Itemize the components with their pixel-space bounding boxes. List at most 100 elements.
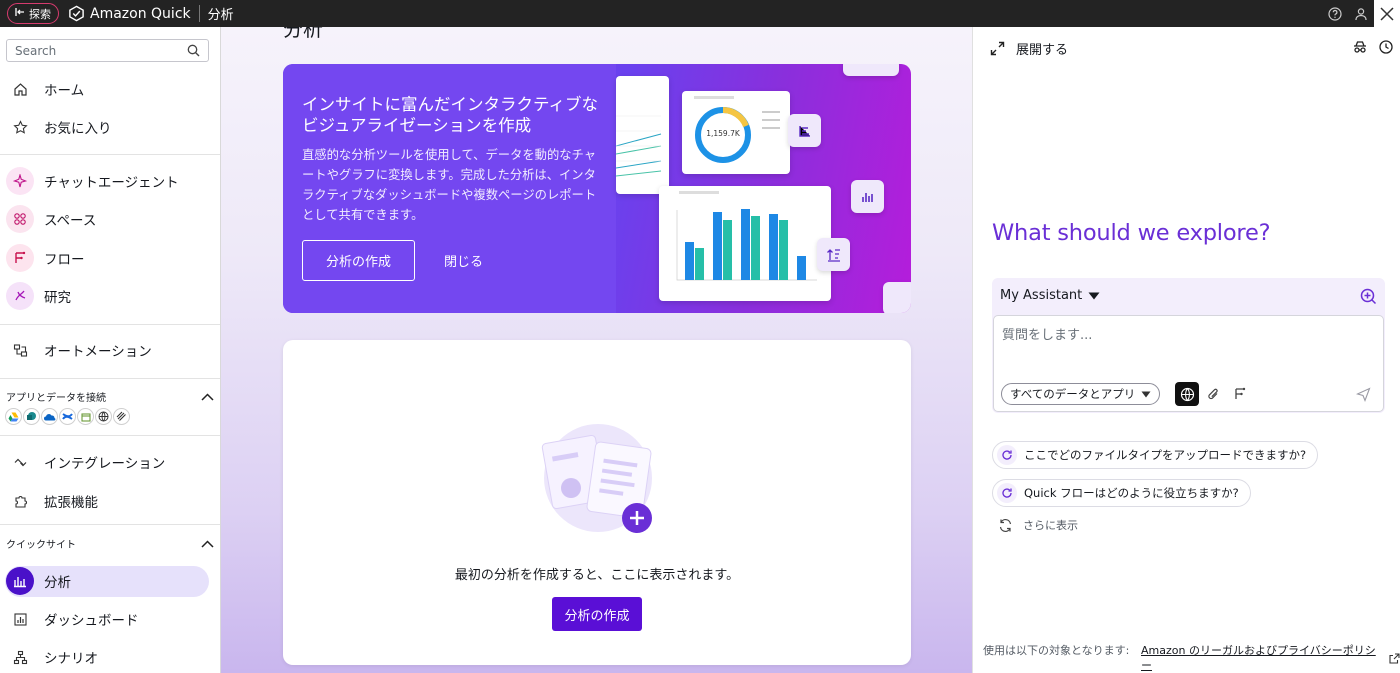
legal-policy-link[interactable]: Amazon のリーガルおよびプライバシーポリシー xyxy=(1141,643,1385,673)
sidebar-item-extensions[interactable]: 拡張機能 xyxy=(0,486,220,516)
illustration-corner-tile xyxy=(883,282,911,313)
hero-create-analysis-button[interactable]: 分析の作成 xyxy=(302,240,415,281)
sidebar-item-favorites[interactable]: お気に入り xyxy=(0,112,220,142)
illustration-line-chart-card xyxy=(616,76,669,194)
sidebar-item-label: ダッシュボード xyxy=(44,613,139,629)
create-analysis-button[interactable]: 分析の作成 xyxy=(552,597,642,631)
data-source-dropdown[interactable]: すべてのデータとアプリ xyxy=(1001,383,1161,405)
sidebar-item-label: お気に入り xyxy=(44,121,112,137)
sidebar-item-chat-agents[interactable]: チャットエージェント xyxy=(0,166,220,196)
sharepoint-icon[interactable] xyxy=(23,408,40,425)
sidebar-item-research[interactable]: 研究 xyxy=(0,281,220,311)
sidebar-item-label: オートメーション xyxy=(44,344,152,360)
caret-down-icon xyxy=(1088,292,1100,299)
help-icon[interactable] xyxy=(1322,0,1348,27)
quicksight-section-header[interactable]: クイックサイト xyxy=(6,536,214,551)
chat-input-placeholder: 質問をします... xyxy=(1002,328,1093,343)
sidebar-item-integrations[interactable]: インテグレーション xyxy=(0,447,220,477)
show-more-suggestions[interactable]: さらに表示 xyxy=(998,517,1078,533)
explore-label: 探索 xyxy=(29,7,51,21)
web-search-toggle[interactable] xyxy=(1175,382,1199,406)
scenario-icon xyxy=(9,646,31,668)
assistant-panel: 展開する What should we explore? My Assistan… xyxy=(972,27,1400,673)
hero-close-button[interactable]: 閉じる xyxy=(444,240,483,281)
chat-agent-icon xyxy=(6,167,34,195)
suggestion-chip[interactable]: Quick フローはどのように役立ちますか? xyxy=(992,479,1251,507)
sidebar-item-scenarios[interactable]: シナリオ xyxy=(0,642,220,672)
topbar-actions xyxy=(1322,0,1400,27)
history-icon[interactable] xyxy=(1378,39,1394,59)
flow-icon xyxy=(1235,387,1246,399)
sidebar-divider xyxy=(0,154,220,155)
sidebar-item-flows[interactable]: フロー xyxy=(0,243,220,273)
sidebar-item-label: 研究 xyxy=(44,290,71,306)
suggestion-chip[interactable]: ここでどのファイルタイプをアップロードできますか? xyxy=(992,441,1319,469)
analysis-icon xyxy=(6,567,34,595)
page-title: 分析 xyxy=(283,27,323,41)
suggestion-icon xyxy=(997,483,1017,503)
assistant-name: My Assistant xyxy=(1000,288,1083,303)
onedrive-icon[interactable] xyxy=(41,408,58,425)
illustration-table-icon xyxy=(788,114,821,147)
refresh-icon xyxy=(999,518,1012,532)
search-input[interactable]: Search xyxy=(6,39,209,62)
caret-down-icon xyxy=(1141,391,1151,397)
connect-section-header[interactable]: アプリとデータを接続 xyxy=(6,389,214,404)
quick-logo-icon xyxy=(69,5,84,22)
top-bar: 探索 Amazon Quick 分析 xyxy=(0,0,1400,27)
sidebar-item-label: 拡張機能 xyxy=(44,495,98,511)
panel-header-actions xyxy=(1352,39,1394,59)
app-logo[interactable]: Amazon Quick xyxy=(68,5,191,22)
incognito-icon[interactable] xyxy=(1352,39,1368,59)
automation-icon xyxy=(9,339,31,361)
google-drive-icon[interactable] xyxy=(5,408,22,425)
puzzle-icon xyxy=(9,490,31,512)
illustration-top-tile xyxy=(843,64,899,76)
hero-text-area: インサイトに富んだインタラクティブなビジュアライゼーションを作成 直感的な分析ツ… xyxy=(283,64,616,313)
donut-center-value: 1,159.7K xyxy=(706,129,740,138)
attach-file-button[interactable] xyxy=(1201,382,1225,406)
sidebar-item-automation[interactable]: オートメーション xyxy=(0,335,220,365)
send-button[interactable] xyxy=(1351,382,1375,406)
sidebar-item-dashboards[interactable]: ダッシュボード xyxy=(0,604,220,634)
external-link-icon[interactable] xyxy=(1389,653,1400,664)
web-globe-icon[interactable] xyxy=(95,408,112,425)
quicksight-section-title: クイックサイト xyxy=(6,540,76,551)
hero-banner: インサイトに富んだインタラクティブなビジュアライゼーションを作成 直感的な分析ツ… xyxy=(283,64,911,313)
sidebar-item-label: スペース xyxy=(44,213,97,229)
spaces-icon xyxy=(6,205,34,233)
close-panel-icon[interactable] xyxy=(1374,0,1400,27)
illustration-bar-chart-card xyxy=(659,186,831,301)
suggestion-icon xyxy=(997,445,1017,465)
search-icon xyxy=(187,44,200,57)
sidebar-item-home[interactable]: ホーム xyxy=(0,74,220,104)
product-name: Amazon Quick xyxy=(90,5,191,22)
sidebar-item-label: ホーム xyxy=(44,83,85,99)
flows-button[interactable] xyxy=(1228,382,1252,406)
sidebar-item-spaces[interactable]: スペース xyxy=(0,204,220,234)
chevron-up-icon xyxy=(201,392,214,401)
assistant-selector[interactable]: My Assistant xyxy=(1000,288,1100,303)
sidebar: Search ホーム お気に入り チャットエージェント スペース フロー 研究 … xyxy=(0,27,221,673)
sidebar-divider xyxy=(0,378,220,379)
empty-state-card: 最初の分析を作成すると、ここに表示されます。 分析の作成 xyxy=(283,340,911,665)
new-chat-icon[interactable] xyxy=(1360,288,1377,309)
suggestion-text: ここでどのファイルタイプをアップロードできますか? xyxy=(1024,448,1307,462)
connector-chips xyxy=(5,408,130,425)
globe-icon xyxy=(1180,387,1194,401)
data-source-value: すべてのデータとアプリ xyxy=(1010,387,1136,401)
box-connector-icon[interactable] xyxy=(77,408,94,425)
chat-input[interactable]: 質問をします... すべてのデータとアプリ xyxy=(993,315,1384,412)
send-icon xyxy=(1355,386,1370,402)
explore-button[interactable]: 探索 xyxy=(7,3,59,24)
show-more-label: さらに表示 xyxy=(1023,519,1078,532)
chevron-up-icon xyxy=(201,539,214,548)
expand-panel-button[interactable]: 展開する xyxy=(990,39,1068,58)
sidebar-item-analysis[interactable]: 分析 xyxy=(0,566,220,596)
user-icon[interactable] xyxy=(1348,0,1374,27)
confluence-icon[interactable] xyxy=(59,408,76,425)
paperclip-icon xyxy=(1207,388,1218,399)
connect-section-title: アプリとデータを接続 xyxy=(6,393,106,404)
more-connectors-icon[interactable] xyxy=(113,408,130,425)
chat-composer: My Assistant 質問をします... すべてのデータとアプリ xyxy=(992,278,1385,413)
